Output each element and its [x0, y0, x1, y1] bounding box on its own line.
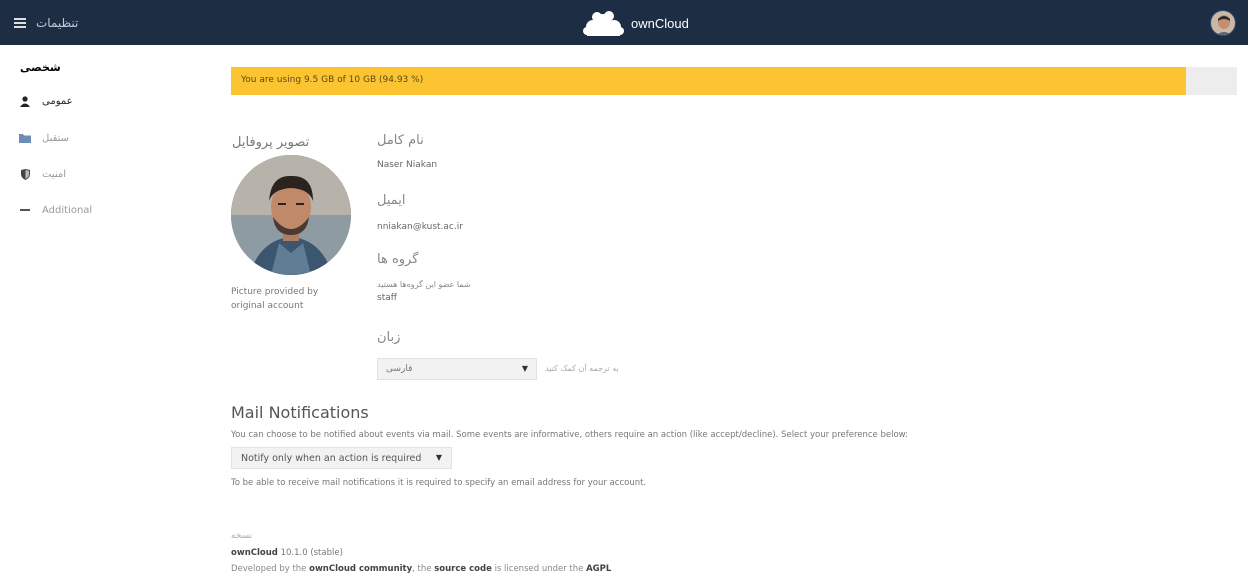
sidebar-item-label: عمومی	[42, 95, 73, 107]
caret-down-icon: ▼	[521, 364, 528, 373]
hamburger-icon	[14, 18, 26, 28]
mail-notifications-note: To be able to receive mail notifications…	[231, 478, 647, 488]
brand-name: ownCloud	[631, 15, 689, 31]
sidebar-item-storage[interactable]: ستقبل	[18, 129, 69, 147]
top-header: تنظیمات ownCloud	[0, 0, 1248, 45]
sidebar-item-general[interactable]: عمومی	[18, 92, 73, 110]
version-title: نسخه	[231, 531, 253, 541]
profile-picture-title: تصویر پروفایل	[232, 135, 310, 150]
sidebar-heading: شخصی	[20, 61, 61, 74]
user-icon	[18, 94, 32, 108]
avatar-icon	[1211, 11, 1235, 35]
mail-notification-select[interactable]: Notify only when an action is required ▼	[231, 447, 452, 469]
version-number: 10.1.0 (stable)	[280, 548, 343, 558]
language-select[interactable]: فارسی ▼	[377, 358, 537, 380]
email-label: ایمیل	[377, 193, 406, 208]
fullname-value: Naser Niakan	[377, 160, 438, 170]
groups-value: staff	[377, 293, 397, 303]
profile-picture-note: Picture provided by original account	[231, 287, 319, 311]
quota-text: You are using 9.5 GB of 10 GB (94.93 %)	[241, 75, 424, 85]
mail-selected-value: Notify only when an action is required	[241, 453, 422, 464]
language-label: زبان	[377, 330, 401, 345]
dev-suffix: is licensed under the	[494, 564, 584, 574]
settings-sidebar: شخصی عمومی ستقبل امنیت Additional	[0, 45, 200, 584]
shield-icon	[18, 167, 32, 181]
sidebar-item-label: Additional	[42, 204, 93, 216]
source-code-link[interactable]: source code	[434, 564, 492, 574]
email-value: nniakan@kust.ac.ir	[377, 222, 463, 232]
profile-picture	[231, 155, 351, 275]
current-app-name: تنظیمات	[36, 16, 79, 30]
owncloud-logo-icon	[583, 11, 624, 36]
mail-notifications-title: Mail Notifications	[231, 403, 369, 422]
groups-label: گروه ها	[377, 252, 419, 267]
user-avatar-menu[interactable]	[1210, 10, 1236, 36]
groups-note: شما عضو این گروه‌ها هستید	[377, 280, 471, 289]
language-selected-value: فارسی	[386, 364, 413, 374]
profile-photo-icon	[231, 155, 351, 275]
dash-icon	[18, 203, 32, 217]
sidebar-item-label: امنیت	[42, 168, 66, 180]
product-name: ownCloud	[231, 548, 278, 558]
caret-down-icon: ▼	[435, 453, 442, 462]
sidebar-item-security[interactable]: امنیت	[18, 165, 66, 183]
dev-mid: , the	[412, 564, 432, 574]
help-translate-link[interactable]: به ترجمه آن کمک کنید	[545, 364, 619, 373]
version-line: ownCloud 10.1.0 (stable)	[231, 548, 343, 558]
community-link[interactable]: ownCloud community	[309, 564, 412, 574]
fullname-label: نام کامل	[377, 133, 424, 148]
storage-quota-bar: You are using 9.5 GB of 10 GB (94.93 %)	[231, 67, 1237, 95]
sidebar-item-additional[interactable]: Additional	[18, 201, 92, 219]
sidebar-item-label: ستقبل	[42, 132, 70, 144]
app-menu-toggle[interactable]: تنظیمات	[14, 9, 78, 37]
license-link[interactable]: AGPL	[586, 564, 611, 574]
developer-line: Developed by the ownCloud community, the…	[231, 564, 611, 574]
dev-prefix: Developed by the	[231, 564, 307, 574]
brand-logo[interactable]: ownCloud	[581, 8, 689, 38]
mail-notifications-description: You can choose to be notified about even…	[231, 430, 909, 440]
folder-icon	[18, 131, 32, 145]
